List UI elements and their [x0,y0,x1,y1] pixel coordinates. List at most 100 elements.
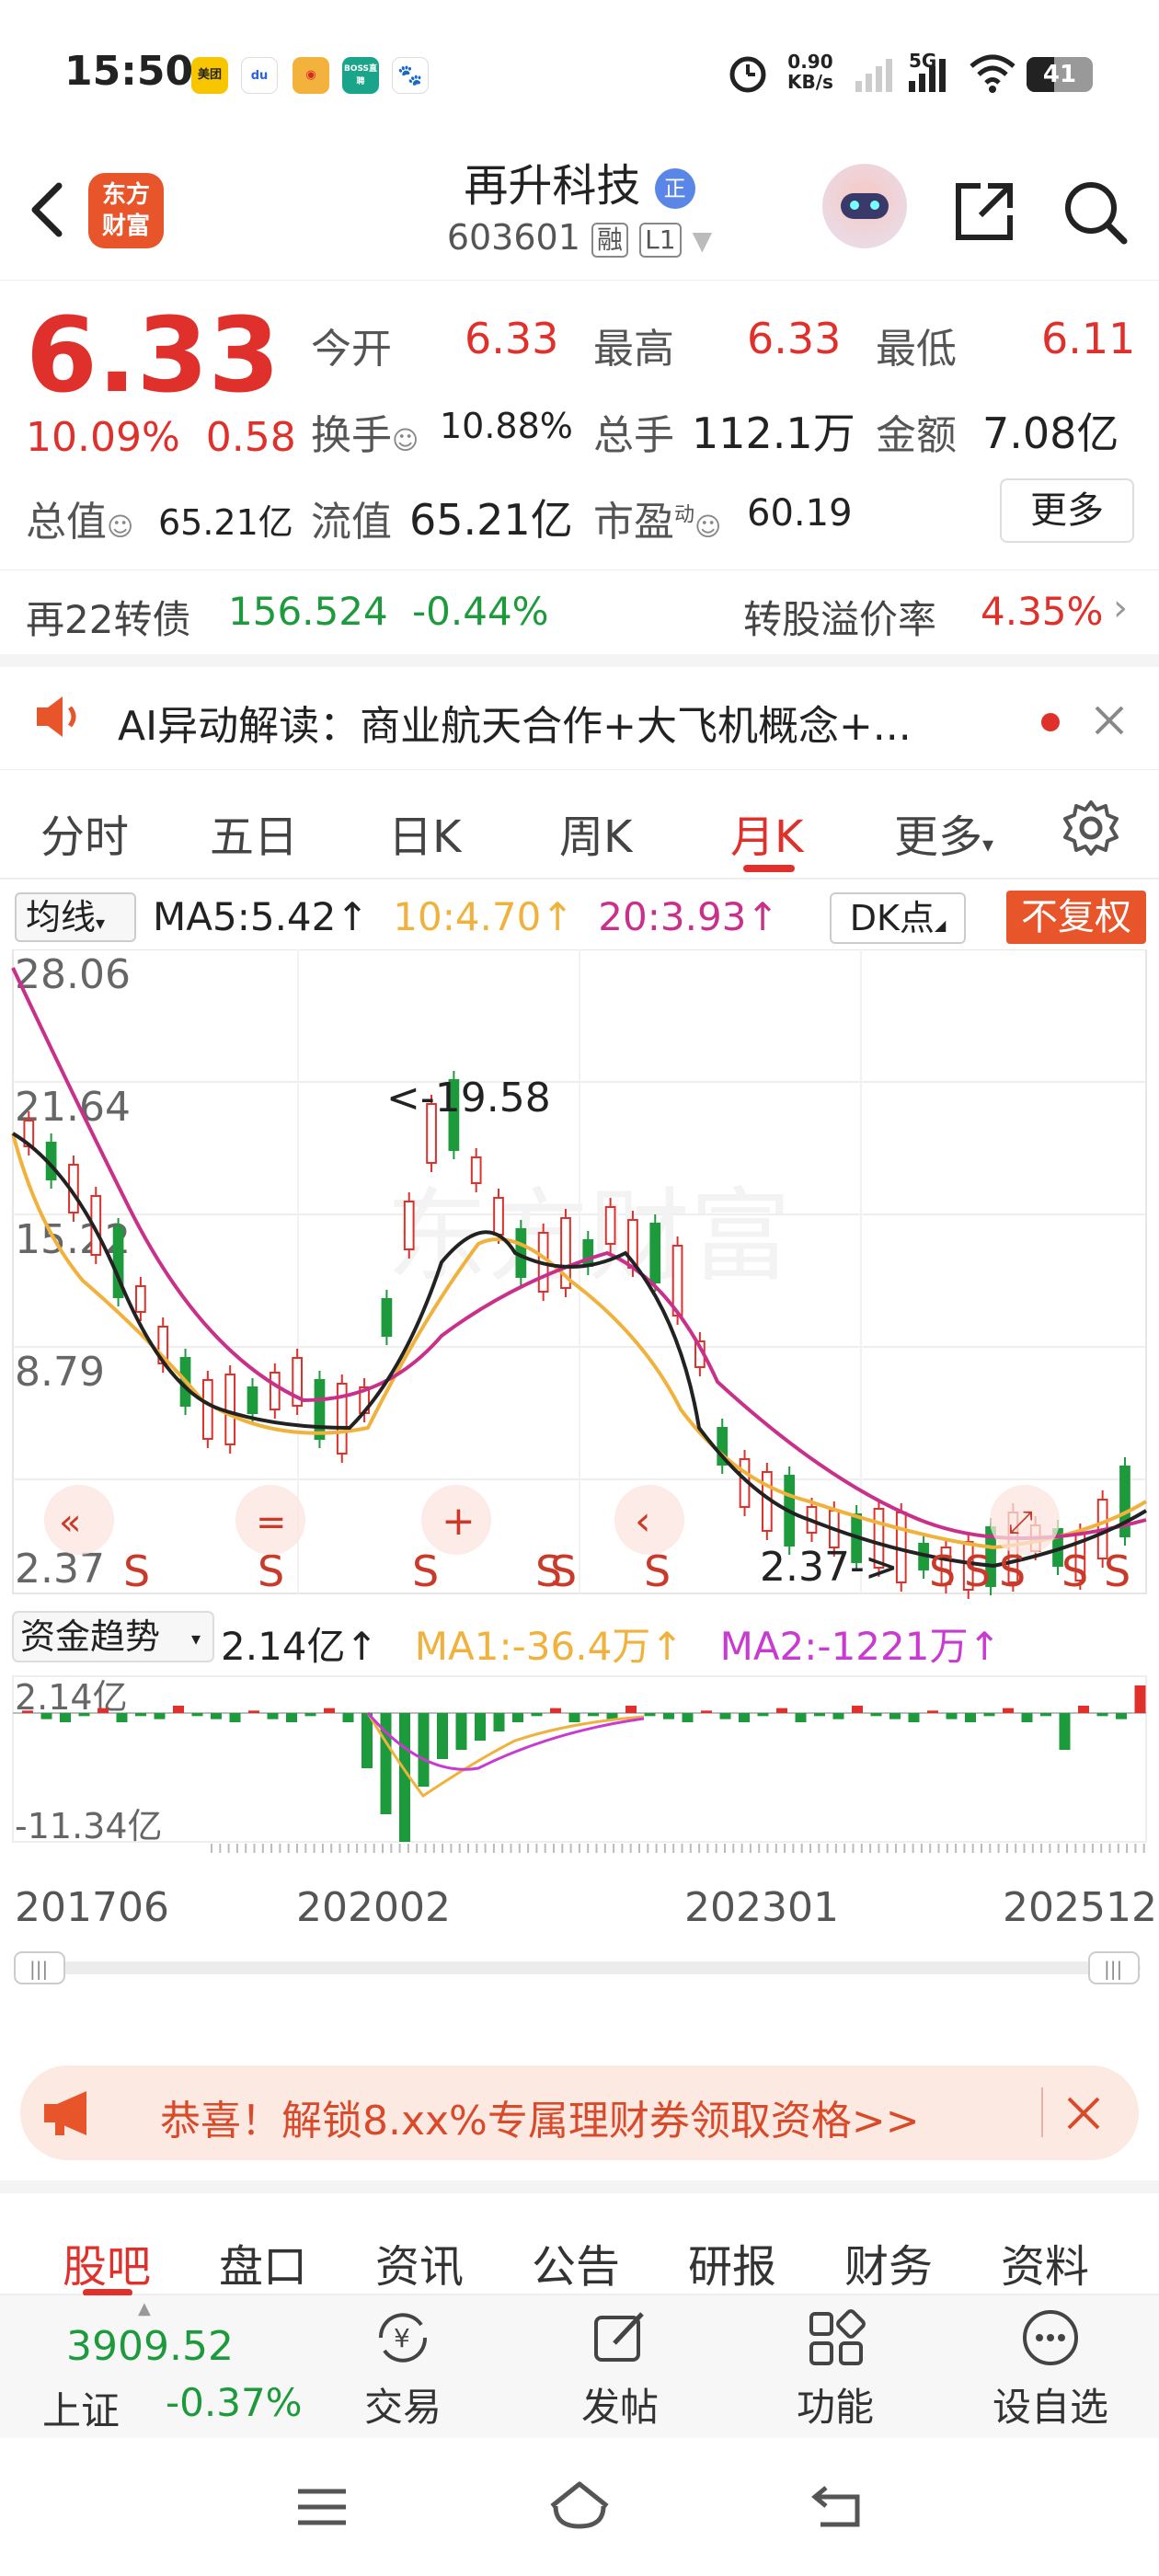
tab-profile[interactable]: 资料 [1001,2230,1089,2294]
wifi-icon [970,54,1016,93]
tab-financials[interactable]: 财务 [844,2230,933,2294]
active-tab-indicator [743,865,795,872]
flow-ma2: MA2:-1221万 [719,1624,969,1669]
trade-button[interactable]: ¥ 交易 [339,2305,467,2432]
bond-price: 156.524 [228,589,388,634]
kline-chart[interactable]: 东方财富 28.06 21.64 15.22 8.79 2.37 <-19.58… [0,949,1159,1989]
flow-y-tick: -11.34亿 [15,1806,163,1846]
index-value[interactable]: 3909.52 [66,2323,234,2370]
quote-panel: 6.33 10.09% 0.58 今开 6.33 最高 6.33 最低 6.11… [0,281,1159,570]
tab-forum[interactable]: 股吧 [63,2230,151,2294]
ai-insight-banner[interactable]: AI异动解读：商业航天合作+大飞机概念+... [0,667,1159,770]
tab-daily-k[interactable]: 日K [388,800,461,865]
tab-more[interactable]: 更多▾ [894,800,993,865]
price-change: 10.09% 0.58 [26,414,296,461]
kline-chart-area[interactable]: 均线▾ MA5:5.42↑ 10:4.70↑ 20:3.93↑ DK点◢ 不复权… [0,885,1159,1998]
flow-bar [1021,1713,1033,1722]
open-value: 6.33 [465,314,559,363]
tab-announcements[interactable]: 公告 [532,2230,620,2294]
flow-bar [946,1713,958,1719]
flow-bar [418,1713,430,1787]
more-button[interactable]: 更多 [1000,478,1134,543]
flow-bar [191,1713,203,1717]
zheng-badge: 正 [654,168,695,209]
signal-mark: S [123,1547,150,1596]
tab-monthly-k[interactable]: 月K [730,800,803,865]
candle-body [649,1223,661,1283]
candle-body [201,1379,213,1440]
index-change[interactable]: -0.37% [166,2380,303,2425]
chevron-down-icon: ▼ [692,225,713,256]
search-icon[interactable] [1058,175,1131,248]
flow-bar [361,1713,373,1768]
indicator-select[interactable]: 均线▾ [15,892,136,942]
close-icon[interactable] [1091,702,1128,739]
ma20-label: 20:3.93 [598,894,747,939]
x-tick: 201706 [15,1884,169,1931]
back-nav-icon[interactable] [808,2480,866,2532]
flow-bar [22,1710,33,1713]
flow-bar [1078,1706,1089,1713]
tab-news[interactable]: 资讯 [375,2230,464,2294]
home-icon[interactable] [546,2478,613,2534]
mktcap-label: 总值☺ [26,499,134,546]
flow-bar [512,1713,523,1722]
functions-button[interactable]: 功能 [771,2305,900,2432]
add-watchlist-button[interactable]: 设自选 [986,2305,1115,2432]
flow-bar [229,1713,241,1722]
volume-value: 112.1万 [692,408,855,458]
pe-value: 60.19 [747,492,853,535]
tab-research[interactable]: 研报 [688,2230,776,2294]
flow-bar [682,1713,694,1722]
flow-bar [116,1713,128,1722]
index-name[interactable]: 上证 [42,2380,120,2436]
flow-bar [719,1713,731,1719]
tab-weekly-k[interactable]: 周K [559,800,632,865]
flow-bar [832,1713,844,1719]
flow-ma1: MA1:-36.4万 [414,1624,651,1669]
x-tick: 202002 [296,1884,451,1931]
flow-bar [286,1713,297,1722]
ai-insight-text: AI异动解读：商业航天合作+大飞机概念+... [118,703,912,750]
y-tick: 2.37 [15,1546,105,1593]
close-icon[interactable] [1063,2093,1104,2133]
gear-icon[interactable] [1061,799,1120,857]
flow-bar [304,1713,316,1717]
dk-point-button[interactable]: DK点◢ [830,892,966,944]
signal-mark: S [550,1547,577,1596]
pe-label: 市盈动☺ [593,499,722,546]
ma10-label: 10:4.70 [393,894,542,939]
low-value: 6.11 [1041,314,1136,363]
promo-banner[interactable]: 恭喜！解锁8.xx%专属理财券领取资格>> [20,2065,1139,2160]
status-time: 15:50 [64,48,194,95]
signal-icon-1 [855,59,892,92]
flow-bar [1096,1713,1108,1717]
signal-icon-2 [909,59,946,92]
ai-assistant-avatar[interactable] [822,164,907,248]
post-button[interactable]: 发帖 [556,2305,684,2432]
menu-icon[interactable] [293,2484,351,2530]
flow-bar [248,1710,259,1713]
system-nav-bar [0,2438,1159,2576]
range-scrollbar[interactable] [18,1961,1141,1974]
convertible-bond-row[interactable]: 再22转债 156.524 -0.44% 转股溢价率 4.35% › [0,570,1159,667]
no-adjust-button[interactable]: 不复权 [1006,891,1146,944]
y-tick: 8.79 [15,1349,105,1396]
flow-bar [795,1713,807,1722]
current-price: 6.33 [26,296,281,416]
content-tabs: 股吧 盘口 资讯 公告 研报 财务 资料 [0,2180,1159,2296]
flow-bar [550,1708,561,1713]
signal-mark: S [1104,1547,1130,1596]
flow-bar [40,1713,52,1719]
float-label: 流值 [311,499,392,546]
compress-icon: = [256,1501,287,1544]
share-icon[interactable] [947,175,1021,248]
tab-five-day[interactable]: 五日 [210,800,298,865]
tab-intraday[interactable]: 分时 [40,800,129,865]
flow-bar [342,1713,354,1722]
high-annotation: <-19.58 [386,1075,551,1121]
high-value: 6.33 [747,314,842,363]
tab-orderbook[interactable]: 盘口 [219,2230,307,2294]
mktcap-value: 65.21亿 [158,502,293,543]
meituan-app-icon: 美团 [191,57,228,94]
